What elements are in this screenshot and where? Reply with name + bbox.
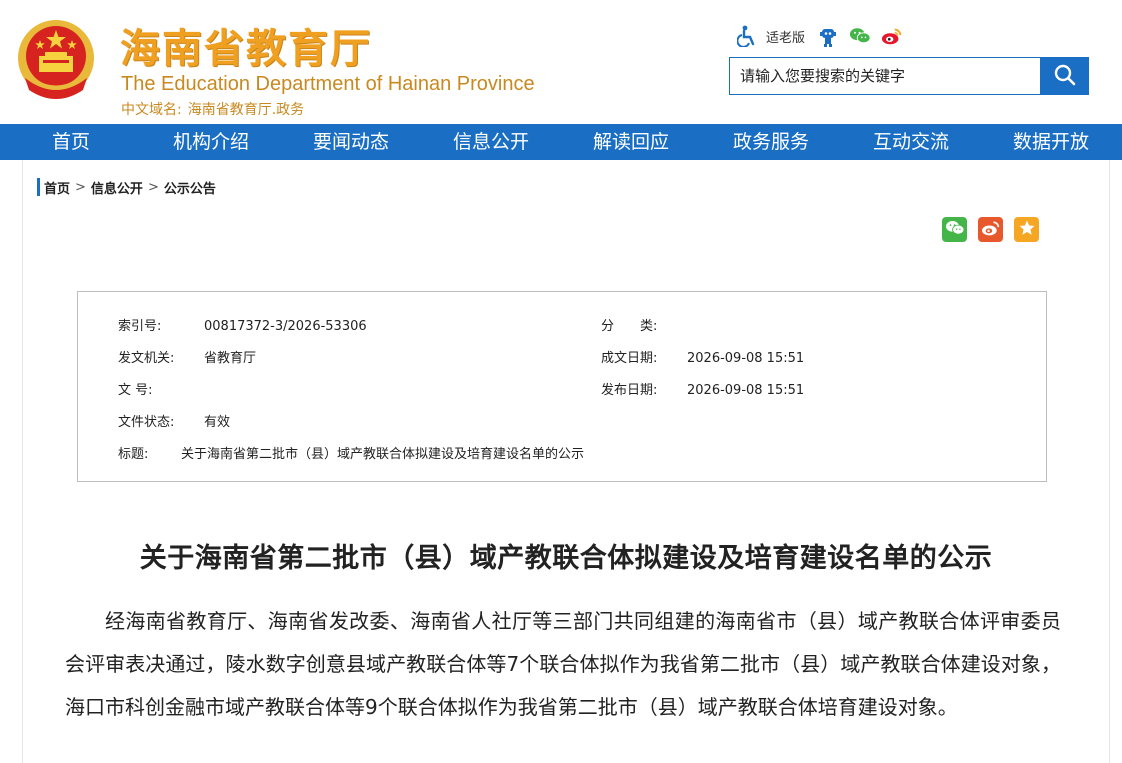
top-tools: 适老版	[736, 24, 903, 48]
docno-label: 文 号:	[118, 383, 153, 398]
content-area: 首页 > 信息公开 > 公示公告 索引号: 00817372-3/2026-53…	[22, 160, 1110, 763]
info-status: 文件状态: 有效	[118, 411, 230, 430]
nav-info-disclosure[interactable]: 信息公开	[421, 124, 561, 160]
search-button[interactable]	[1040, 57, 1089, 95]
index-label: 索引号:	[118, 319, 162, 334]
favorite-button[interactable]	[1014, 217, 1039, 242]
info-category: 分 类:	[601, 315, 687, 334]
info-created-date: 成文日期: 2026-09-08 15:51	[601, 347, 804, 366]
weibo-icon[interactable]	[881, 25, 903, 47]
share-bar	[942, 217, 1050, 242]
chinese-domain: 中文域名: 海南省教育厅.政务	[121, 99, 304, 119]
domain-label: 中文域名:	[121, 102, 182, 118]
info-published-date: 发布日期: 2026-09-08 15:51	[601, 379, 804, 398]
status-label: 文件状态:	[118, 415, 175, 430]
title-value: 关于海南省第二批市（县）域产教联合体拟建设及培育建设名单的公示	[181, 447, 585, 462]
breadcrumb-separator: >	[147, 179, 159, 195]
breadcrumb: 首页 > 信息公开 > 公示公告	[37, 178, 216, 197]
site-header: 海南省教育厅 The Education Department of Haina…	[0, 0, 1122, 124]
info-index: 索引号: 00817372-3/2026-53306	[118, 315, 367, 334]
published-value: 2026-09-08 15:51	[687, 383, 805, 398]
index-value: 00817372-3/2026-53306	[204, 319, 367, 334]
issuer-value: 省教育厅	[204, 351, 257, 366]
document-info-table: 索引号: 00817372-3/2026-53306 分 类: 发文机关: 省教育厅…	[77, 291, 1047, 482]
site-title[interactable]: 海南省教育厅	[120, 16, 372, 74]
site-title-english: The Education Department of Hainan Provi…	[121, 73, 535, 95]
created-label: 成文日期:	[601, 351, 658, 366]
elder-mode-link[interactable]: 适老版	[766, 27, 805, 46]
issuer-label: 发文机关:	[118, 351, 175, 366]
created-value: 2026-09-08 15:51	[687, 351, 805, 366]
title-label: 标题:	[118, 447, 149, 462]
info-title: 标题: 关于海南省第二批市（县）域产教联合体拟建设及培育建设名单的公示	[118, 443, 584, 462]
breadcrumb-info-disclosure[interactable]: 信息公开	[91, 178, 143, 197]
info-issuer: 发文机关: 省教育厅	[118, 347, 256, 366]
nav-about[interactable]: 机构介绍	[141, 124, 281, 160]
category-label: 分 类:	[601, 319, 658, 334]
nav-interaction[interactable]: 互动交流	[841, 124, 981, 160]
breadcrumb-separator: >	[75, 179, 86, 195]
wechat-icon[interactable]	[849, 25, 871, 47]
wechat-icon	[945, 219, 965, 241]
nav-news[interactable]: 要闻动态	[281, 124, 421, 160]
share-wechat-button[interactable]	[942, 217, 967, 242]
published-label: 发布日期:	[601, 383, 658, 398]
accessibility-icon[interactable]	[736, 25, 758, 47]
article-body: 经海南省教育厅、海南省发改委、海南省人社厅等三部门共同组建的海南省市（县）域产教…	[65, 609, 1061, 719]
search-box	[729, 57, 1089, 95]
robot-assistant-icon[interactable]	[817, 25, 839, 47]
main-nav: 首页 机构介绍 要闻动态 信息公开 解读回应 政务服务 互动交流 数据开放	[0, 124, 1122, 160]
breadcrumb-home[interactable]: 首页	[44, 178, 70, 197]
star-icon	[1018, 219, 1036, 241]
search-input[interactable]	[729, 57, 1040, 95]
share-weibo-button[interactable]	[978, 217, 1003, 242]
info-doc-number: 文 号:	[118, 379, 204, 398]
status-value: 有效	[204, 415, 231, 430]
article-title: 关于海南省第二批市（县）域产教联合体拟建设及培育建设名单的公示	[139, 543, 993, 574]
weibo-icon	[981, 219, 1001, 241]
nav-open-data[interactable]: 数据开放	[981, 124, 1121, 160]
nav-interpretation[interactable]: 解读回应	[561, 124, 701, 160]
nav-home[interactable]: 首页	[1, 124, 141, 160]
search-icon	[1053, 63, 1077, 90]
nav-gov-services[interactable]: 政务服务	[701, 124, 841, 160]
national-emblem-logo[interactable]	[15, 16, 97, 104]
domain-value: 海南省教育厅.政务	[187, 102, 305, 118]
breadcrumb-announcements[interactable]: 公示公告	[164, 178, 216, 197]
